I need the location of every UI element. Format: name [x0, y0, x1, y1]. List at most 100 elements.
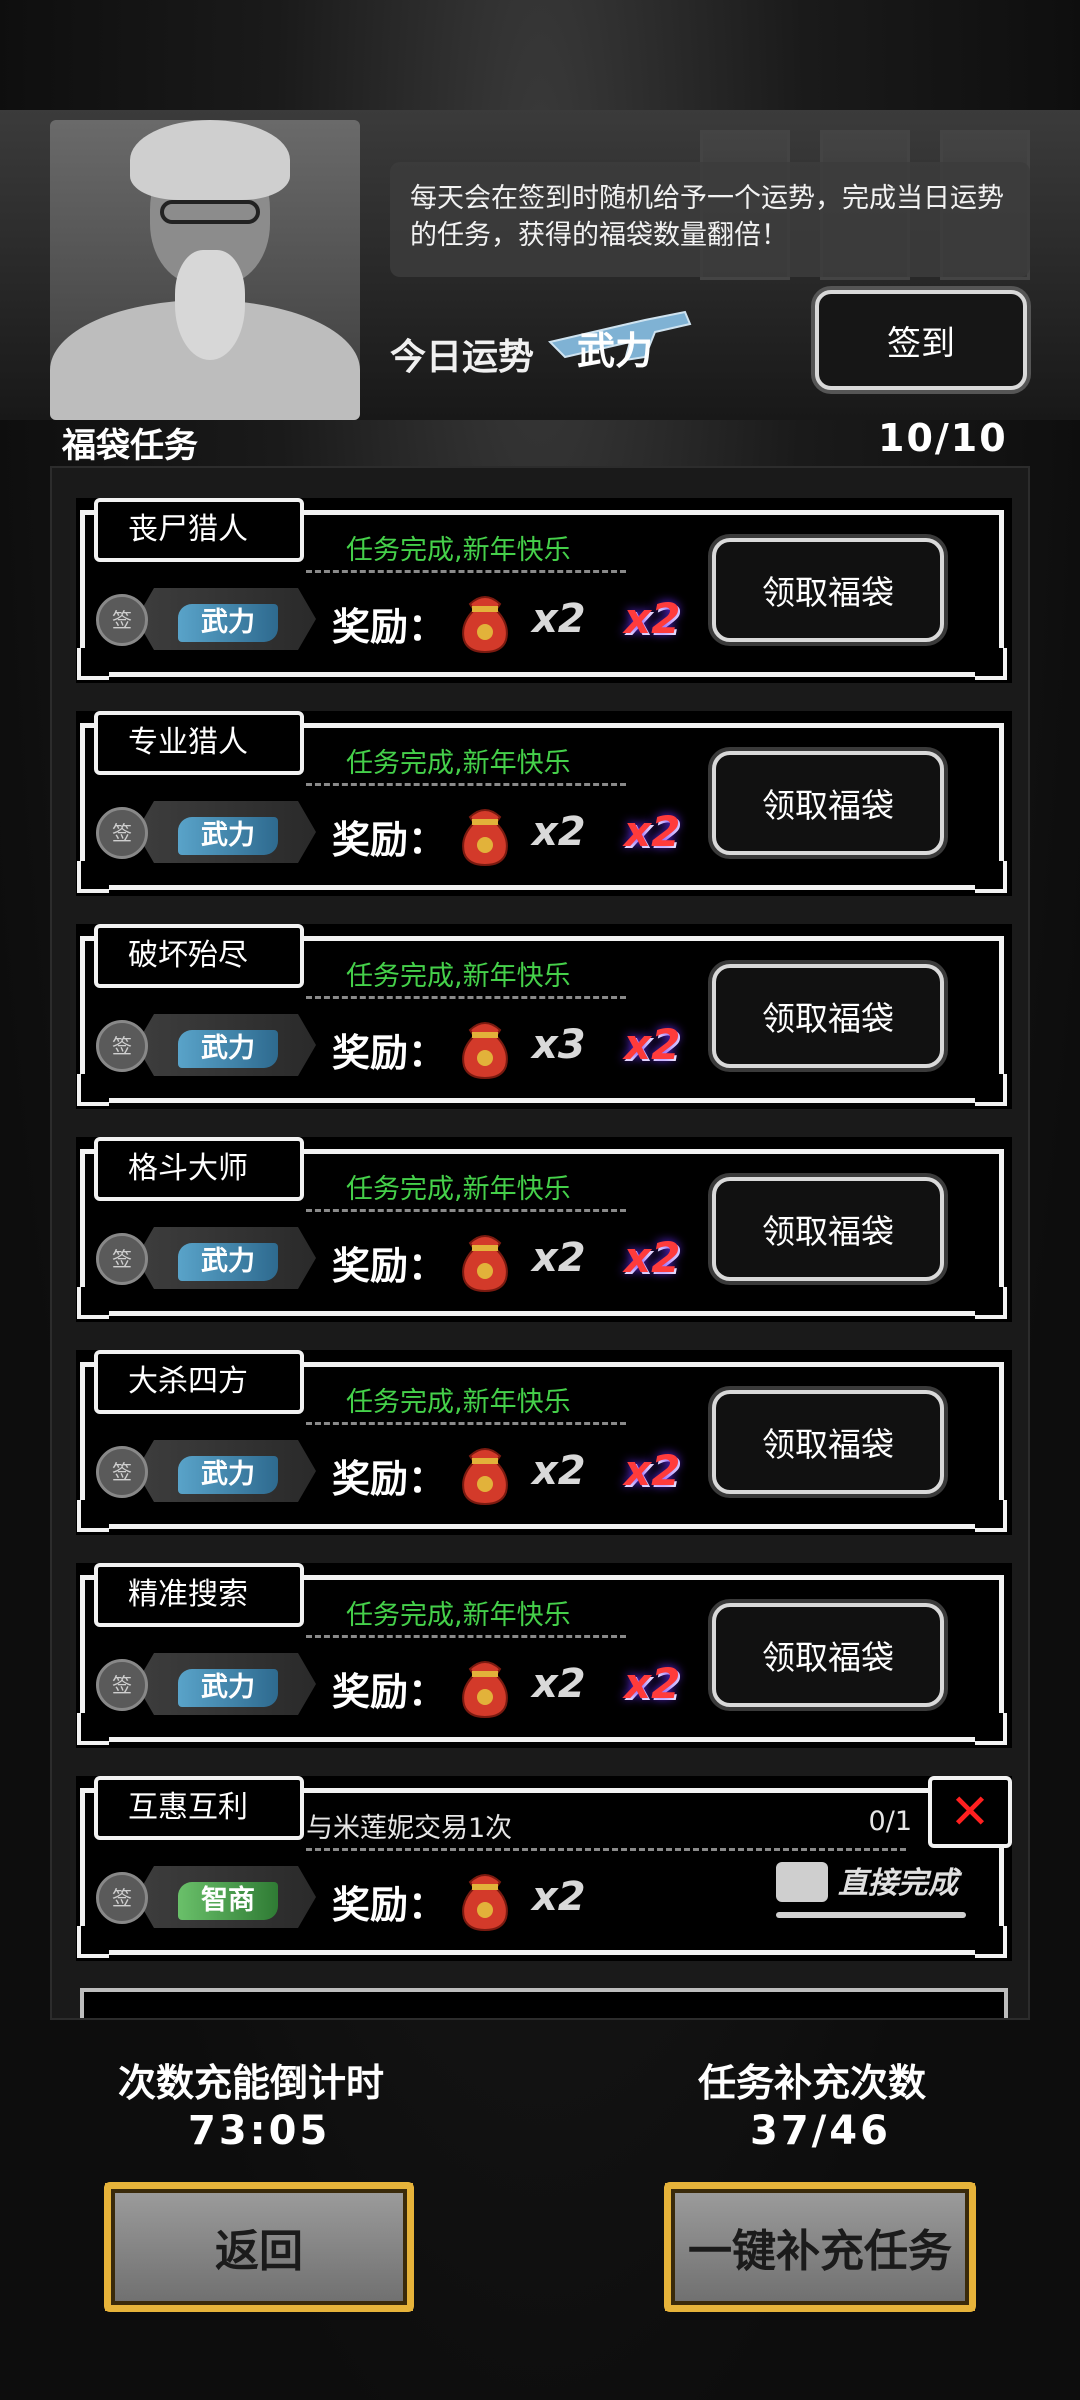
lucky-bag-icon [462, 1874, 508, 1932]
reward-multiplier: x2 [532, 596, 586, 642]
task-name: 互惠互利 [94, 1776, 304, 1840]
seal-icon: 签 [96, 1020, 148, 1072]
fortune-double-badge: x2 [624, 1233, 681, 1282]
seal-icon: 签 [96, 594, 148, 646]
attribute-tag: 签 武力 [96, 1014, 321, 1076]
lucky-bag-icon [462, 1448, 508, 1506]
task-item-partial [80, 1988, 1008, 2018]
attribute-label: 武力 [178, 1030, 278, 1068]
checkin-button[interactable]: 签到 [815, 290, 1027, 390]
countdown-title: 次数充能倒计时 [118, 2061, 385, 2105]
divider [306, 1848, 906, 1851]
fortune-info-box: 每天会在签到时随机给予一个运势，完成当日运势的任务，获得的福袋数量翻倍！ [390, 162, 1030, 277]
back-button[interactable]: 返回 [104, 2182, 414, 2312]
task-name: 精准搜索 [94, 1563, 304, 1627]
attribute-tag: 签 武力 [96, 1227, 321, 1289]
ticket-icon [776, 1862, 828, 1902]
reward-multiplier: x2 [532, 1448, 586, 1494]
reward-label: 奖励： [332, 1031, 447, 1075]
abandon-task-button[interactable]: ✕ [928, 1776, 1012, 1848]
section-title: 福袋任务 [62, 426, 198, 466]
task-status: 任务完成,新年快乐 [346, 1174, 571, 1205]
reward-multiplier: x2 [532, 1235, 586, 1281]
task-name: 破坏殆尽 [94, 924, 304, 988]
attribute-label: 武力 [178, 1669, 278, 1707]
seal-icon: 签 [96, 807, 148, 859]
seal-icon: 签 [96, 1446, 148, 1498]
task-status: 任务完成,新年快乐 [346, 1600, 571, 1631]
task-name: 格斗大师 [94, 1137, 304, 1201]
seal-icon: 签 [96, 1872, 148, 1924]
divider [306, 996, 626, 999]
reward-label: 奖励： [332, 1244, 447, 1288]
claim-bag-button[interactable]: 领取福袋 [712, 751, 944, 855]
task-status: 任务完成,新年快乐 [346, 961, 571, 992]
task-list[interactable]: 丧尸猎人 任务完成,新年快乐 签 武力 奖励： x2 x2 领取福袋 专业猎人 … [50, 466, 1030, 2020]
attribute-tag: 签 智商 [96, 1866, 321, 1928]
task-status: 任务完成,新年快乐 [346, 1387, 571, 1418]
fortune-double-badge: x2 [624, 1020, 681, 1069]
task-item: 大杀四方 任务完成,新年快乐 签 武力 奖励： x2 x2 领取福袋 [76, 1350, 1012, 1535]
refill-all-label: 一键补充任务 [688, 2226, 952, 2277]
claim-bag-button[interactable]: 领取福袋 [712, 1603, 944, 1707]
claim-bag-button[interactable]: 领取福袋 [712, 538, 944, 642]
reward-multiplier: x3 [532, 1022, 586, 1068]
refill-all-button[interactable]: 一键补充任务 [664, 2182, 976, 2312]
divider [306, 570, 626, 573]
task-item: 精准搜索 任务完成,新年快乐 签 武力 奖励： x2 x2 领取福袋 [76, 1563, 1012, 1748]
npc-portrait [50, 120, 360, 420]
countdown-value: 73:05 [188, 2108, 331, 2154]
arrow-line [776, 1912, 966, 1918]
reward-multiplier: x2 [532, 1874, 586, 1920]
direct-complete-label: 直接完成 [838, 1866, 958, 1901]
close-icon: ✕ [949, 1784, 991, 1840]
fortune-double-badge: x2 [624, 594, 681, 643]
task-item: 专业猎人 任务完成,新年快乐 签 武力 奖励： x2 x2 领取福袋 [76, 711, 1012, 896]
seal-icon: 签 [96, 1659, 148, 1711]
claim-bag-label: 领取福袋 [762, 786, 894, 825]
fortune-info-text: 每天会在签到时随机给予一个运势，完成当日运势的任务，获得的福袋数量翻倍！ [410, 183, 1004, 251]
fortune-double-badge: x2 [624, 807, 681, 856]
lucky-bag-icon [462, 1022, 508, 1080]
task-item: 破坏殆尽 任务完成,新年快乐 签 武力 奖励： x3 x2 领取福袋 [76, 924, 1012, 1109]
attribute-label: 武力 [178, 817, 278, 855]
seal-icon: 签 [96, 1233, 148, 1285]
task-item: 丧尸猎人 任务完成,新年快乐 签 武力 奖励： x2 x2 领取福袋 [76, 498, 1012, 683]
divider [306, 1209, 626, 1212]
refill-count-title: 任务补充次数 [698, 2061, 927, 2105]
lucky-bag-icon [462, 596, 508, 654]
claim-bag-button[interactable]: 领取福袋 [712, 1177, 944, 1281]
task-status: 任务完成,新年快乐 [346, 535, 571, 566]
divider [306, 1635, 626, 1638]
reward-multiplier: x2 [532, 1661, 586, 1707]
task-name: 大杀四方 [94, 1350, 304, 1414]
task-count: 10/10 [878, 416, 1008, 460]
claim-bag-label: 领取福袋 [762, 573, 894, 612]
task-progress: 0/1 [868, 1806, 912, 1837]
claim-bag-label: 领取福袋 [762, 999, 894, 1038]
attribute-tag: 签 武力 [96, 1653, 321, 1715]
divider [306, 783, 626, 786]
fortune-label: 今日运势 [390, 337, 535, 378]
task-name: 专业猎人 [94, 711, 304, 775]
task-item: 互惠互利 与米莲妮交易1次 0/1 签 智商 奖励： x2 ✕ 直接完成 [76, 1776, 1012, 1961]
task-description: 与米莲妮交易1次 [306, 1813, 513, 1844]
direct-complete-button[interactable]: 直接完成 [776, 1856, 986, 1926]
attribute-label: 智商 [178, 1882, 278, 1920]
fortune-double-badge: x2 [624, 1659, 681, 1708]
task-item: 格斗大师 任务完成,新年快乐 签 武力 奖励： x2 x2 领取福袋 [76, 1137, 1012, 1322]
checkin-button-label: 签到 [887, 323, 955, 364]
attribute-tag: 签 武力 [96, 588, 321, 650]
reward-label: 奖励： [332, 1670, 447, 1714]
reward-label: 奖励： [332, 1883, 447, 1927]
fortune-double-badge: x2 [624, 1446, 681, 1495]
claim-bag-label: 领取福袋 [762, 1638, 894, 1677]
attribute-label: 武力 [178, 604, 278, 642]
attribute-tag: 签 武力 [96, 1440, 321, 1502]
reward-label: 奖励： [332, 1457, 447, 1501]
reward-multiplier: x2 [532, 809, 586, 855]
claim-bag-button[interactable]: 领取福袋 [712, 964, 944, 1068]
task-name: 丧尸猎人 [94, 498, 304, 562]
claim-bag-button[interactable]: 领取福袋 [712, 1390, 944, 1494]
lucky-bag-icon [462, 809, 508, 867]
